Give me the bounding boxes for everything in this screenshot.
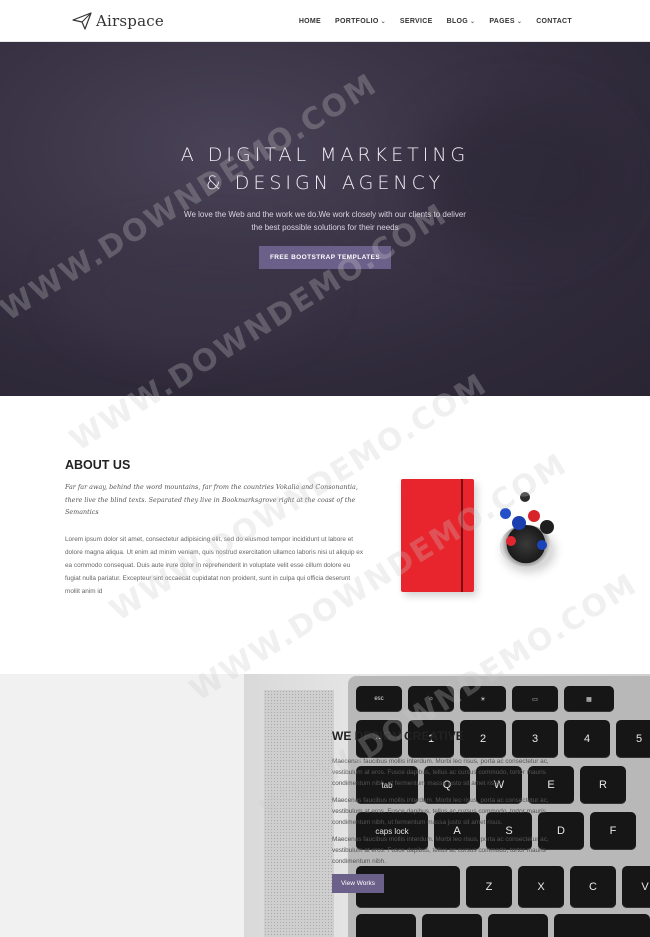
- key-bottom: [422, 914, 482, 937]
- nav-portfolio-label: PORTFOLIO: [335, 17, 379, 25]
- key-bottom: [356, 914, 416, 937]
- nav-home[interactable]: HOME: [299, 18, 321, 25]
- key-3: 3: [512, 720, 558, 758]
- speaker-grille: [264, 690, 334, 937]
- marker-image: [528, 510, 540, 522]
- chevron-down-icon: ⌄: [380, 18, 386, 25]
- mission-control-icon: ▭: [532, 696, 538, 703]
- key-f3: ▭: [512, 686, 558, 712]
- free-templates-button[interactable]: FREE BOOTSTRAP TEMPLATES: [259, 246, 391, 269]
- marker-image: [506, 536, 516, 546]
- key-x: X: [518, 866, 564, 908]
- nav-contact[interactable]: CONTACT: [536, 18, 572, 25]
- nav-home-label: HOME: [298, 17, 322, 25]
- key-r: R: [580, 766, 626, 804]
- logo[interactable]: Airspace: [72, 11, 164, 31]
- works-title: WE DESIGN CREATIVE: [332, 729, 464, 743]
- brightness-down-icon: ☼: [428, 696, 434, 702]
- nav-pages[interactable]: PAGES ⌄: [489, 18, 522, 25]
- hero-section: A DIGITAL MARKETING & DESIGN AGENCY We l…: [0, 42, 650, 396]
- key-f4: ▦: [564, 686, 614, 712]
- nav-blog[interactable]: BLOG ⌄: [447, 18, 476, 25]
- about-intro: Far far away, behind the word mountains,…: [65, 483, 358, 516]
- chevron-down-icon: ⌄: [470, 18, 476, 25]
- nav-pages-label: PAGES: [489, 17, 515, 25]
- red-notebook-image: [401, 479, 474, 592]
- about-section: ABOUT US Far far away, behind the word m…: [0, 396, 650, 674]
- hero-subtitle-line1: We love the Web and the work we do.We wo…: [184, 210, 466, 219]
- marker-image: [540, 520, 554, 534]
- notebook-strap: [461, 479, 463, 592]
- nav-service[interactable]: SERVICE: [400, 18, 433, 25]
- key-5: 5: [616, 720, 650, 758]
- chevron-down-icon: ⌄: [516, 18, 523, 25]
- works-left-panel: [0, 674, 244, 937]
- about-body: Lorem ipsum dolor sit amet, consectetur …: [65, 536, 364, 595]
- launchpad-icon: ▦: [586, 696, 592, 703]
- main-menu: HOME PORTFOLIO ⌄ SERVICE BLOG ⌄ PAGES ⌄ CON…: [299, 0, 572, 42]
- nav-portfolio[interactable]: PORTFOLIO ⌄: [335, 18, 386, 25]
- hero-title-line2: & DESIGN AGENCY: [205, 172, 445, 194]
- key-esc: esc: [356, 686, 402, 712]
- hero-subtitle-line2: the best possible solutions for their ne…: [251, 223, 399, 232]
- paper-plane-icon: [72, 12, 92, 30]
- brightness-up-icon: ☀: [480, 696, 486, 703]
- key-bottom: [554, 914, 650, 937]
- key-bottom: [488, 914, 548, 937]
- key-f1: ☼: [408, 686, 454, 712]
- top-navbar: Airspace HOME PORTFOLIO ⌄ SERVICE BLOG ⌄ P…: [0, 0, 650, 42]
- nav-blog-label: BLOG: [446, 17, 469, 25]
- works-paragraph-1: Maecenas faucibus mollis interdum. Morbi…: [332, 758, 549, 787]
- hero-title-line1: A DIGITAL MARKETING: [180, 144, 470, 166]
- works-paragraph-2: Maecenas faucibus mollis interdum. Morbi…: [332, 797, 549, 826]
- key-f: F: [590, 812, 636, 850]
- about-title: ABOUT US: [65, 458, 131, 472]
- marker-image: [537, 540, 547, 550]
- logo-text: Airspace: [96, 12, 164, 30]
- nav-service-label: SERVICE: [399, 17, 433, 25]
- key-c: C: [570, 866, 616, 908]
- marker-image: [512, 516, 526, 530]
- key-z: Z: [466, 866, 512, 908]
- key-4: 4: [564, 720, 610, 758]
- works-paragraph-3: Maecenas faucibus mollis interdum. Morbi…: [332, 836, 549, 865]
- key-v: V: [622, 866, 650, 908]
- key-2: 2: [460, 720, 506, 758]
- key-f2: ☀: [460, 686, 506, 712]
- nav-contact-label: CONTACT: [536, 17, 572, 25]
- marker-image: [500, 508, 511, 519]
- marker-image: [520, 492, 530, 502]
- view-works-button[interactable]: View Works: [332, 874, 384, 893]
